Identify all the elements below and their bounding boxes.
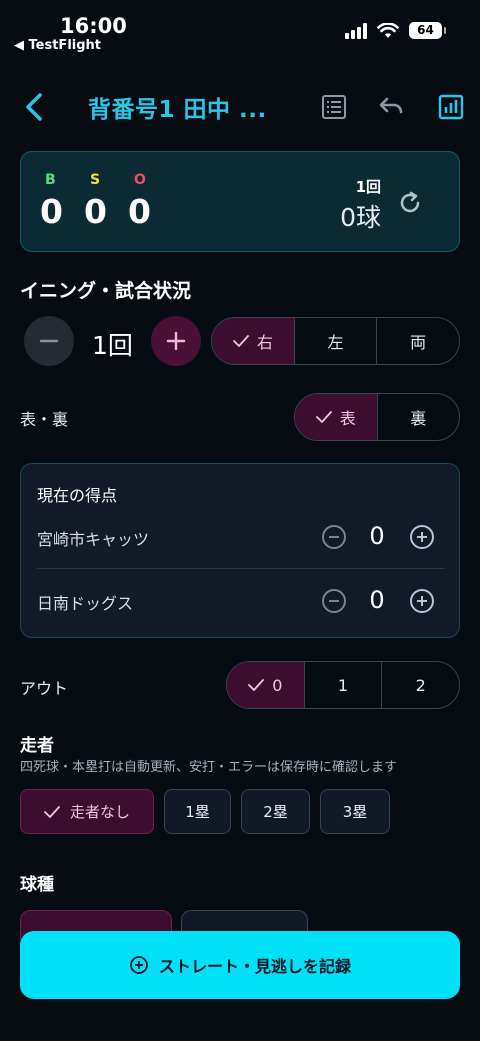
pitch-type-title: 球種 xyxy=(20,875,54,895)
runners-title: 走者 xyxy=(20,736,54,756)
away-score-increment-icon[interactable] xyxy=(409,588,435,614)
count-scoreboard: B S O 0 0 0 1回 0球 xyxy=(20,151,460,252)
batting-side-left-label: 左 xyxy=(327,333,344,352)
status-icons: 64 xyxy=(345,22,446,39)
wifi-icon xyxy=(377,22,399,38)
runner-third-label: 3塁 xyxy=(342,803,368,821)
list-icon[interactable] xyxy=(319,92,349,122)
back-chevron-icon[interactable] xyxy=(20,90,50,124)
runner-second-label: 2塁 xyxy=(263,803,288,821)
current-score-title: 現在の得点 xyxy=(37,486,118,505)
outs-1-label: 1 xyxy=(337,675,349,695)
half-bottom-label: 裏 xyxy=(410,409,427,428)
half-top-label: 表 xyxy=(339,409,356,428)
strike-count: 0 xyxy=(84,192,107,231)
away-score-decrement-icon[interactable] xyxy=(321,588,347,614)
plus-icon xyxy=(166,331,186,351)
current-inning: 1回 xyxy=(355,178,381,196)
runner-second-chip[interactable]: 2塁 xyxy=(241,789,310,834)
ball-label: B xyxy=(45,172,56,188)
back-to-app-link[interactable]: ◀ TestFlight xyxy=(14,38,101,53)
team-divider xyxy=(37,568,445,569)
batting-side-right-option[interactable]: 右 xyxy=(212,318,294,364)
check-icon xyxy=(248,679,265,691)
batting-side-left-option[interactable]: 左 xyxy=(293,318,377,364)
team-name-away: 日南ドッグス xyxy=(37,594,134,613)
minus-icon xyxy=(39,339,59,343)
home-score-decrement-icon[interactable] xyxy=(321,524,347,550)
ball-count: 0 xyxy=(40,192,63,231)
batting-side-selector: 右 左 両 xyxy=(211,317,460,365)
check-icon xyxy=(315,411,332,423)
outs-selector: 0 1 2 xyxy=(226,661,460,709)
half-bottom-option[interactable]: 裏 xyxy=(376,394,460,440)
out-label: O xyxy=(134,172,146,188)
outs-1-option[interactable]: 1 xyxy=(303,662,382,708)
runner-none-label: 走者なし xyxy=(69,803,130,821)
outs-2-option[interactable]: 2 xyxy=(381,662,459,708)
status-time: 16:00 xyxy=(60,14,127,38)
outs-0-label: 0 xyxy=(272,675,283,695)
runner-third-chip[interactable]: 3塁 xyxy=(320,789,390,834)
batting-side-right-label: 右 xyxy=(256,333,273,352)
half-inning-label: 表・裏 xyxy=(20,410,69,429)
cellular-signal-icon xyxy=(345,22,367,39)
inning-section-title: イニング・試合状況 xyxy=(20,280,192,302)
team-name-home: 宮崎市キャッツ xyxy=(37,530,150,549)
check-icon xyxy=(44,805,60,818)
runner-first-chip[interactable]: 1塁 xyxy=(164,789,231,834)
batting-side-switch-option[interactable]: 両 xyxy=(376,318,459,364)
add-circle-icon xyxy=(130,956,148,974)
inning-decrement-button[interactable] xyxy=(24,316,74,366)
pitch-count: 0球 xyxy=(340,203,381,232)
nav-bar: 背番号1 田中 ... xyxy=(0,84,480,130)
runner-first-label: 1塁 xyxy=(185,803,210,821)
runners-note: 四死球・本塁打は自動更新、安打・エラーは保存時に確認します xyxy=(20,760,398,775)
stats-chart-icon[interactable] xyxy=(436,92,466,122)
record-pitch-button[interactable]: ストレート・見逃しを記録 xyxy=(20,931,460,999)
current-score-panel: 現在の得点 宮崎市キャッツ 0 日南ドッグス 0 xyxy=(20,463,460,638)
home-score-increment-icon[interactable] xyxy=(409,524,435,550)
undo-icon[interactable] xyxy=(376,92,406,122)
half-top-option[interactable]: 表 xyxy=(295,394,377,440)
inning-value: 1回 xyxy=(92,331,133,360)
half-inning-selector: 表 裏 xyxy=(294,393,460,441)
strike-label: S xyxy=(90,172,101,188)
away-score-value: 0 xyxy=(369,586,385,614)
status-bar: 16:00 ◀ TestFlight 64 xyxy=(0,0,480,60)
outs-label: アウト xyxy=(20,679,69,698)
battery-indicator: 64 xyxy=(409,22,446,39)
runner-none-chip[interactable]: 走者なし xyxy=(20,789,154,834)
home-score-value: 0 xyxy=(369,522,385,550)
outs-2-label: 2 xyxy=(415,675,426,695)
refresh-icon[interactable] xyxy=(397,190,423,216)
check-icon xyxy=(232,335,249,347)
outs-0-option[interactable]: 0 xyxy=(227,662,304,708)
batting-side-switch-label: 両 xyxy=(410,333,427,352)
out-count: 0 xyxy=(128,192,151,231)
page-title: 背番号1 田中 ... xyxy=(88,97,267,123)
record-pitch-label: ストレート・見逃しを記録 xyxy=(158,957,351,976)
inning-increment-button[interactable] xyxy=(151,316,201,366)
